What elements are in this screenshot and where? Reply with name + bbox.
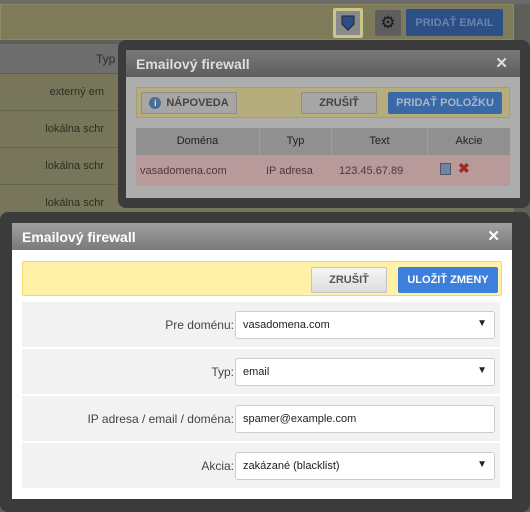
- type-label: Typ:: [211, 365, 234, 379]
- delete-icon[interactable]: ✖: [458, 160, 470, 177]
- form-row-type: Typ: email ▼: [22, 349, 500, 395]
- cell-type: IP adresa: [266, 165, 313, 177]
- table-row: vasadomena.com IP adresa 123.45.67.89 ✖: [136, 155, 510, 186]
- chevron-down-icon: ▼: [477, 365, 487, 376]
- firewall-button[interactable]: [333, 8, 363, 38]
- dialog-title: Emailový firewall ✕: [126, 50, 520, 77]
- list-table-header: Doména Typ Text Akcie: [136, 128, 510, 155]
- value-label: IP adresa / email / doména:: [87, 412, 234, 426]
- form-row-domain: Pre doménu: vasadomena.com ▼: [22, 302, 500, 348]
- chevron-down-icon: ▼: [477, 459, 487, 470]
- save-button[interactable]: ULOŽIŤ ZMENY: [398, 267, 498, 293]
- edit-icon[interactable]: [440, 163, 451, 175]
- info-icon: i: [149, 97, 162, 109]
- dialog-title: Emailový firewall ✕: [12, 223, 512, 250]
- add-item-button[interactable]: PRIDAŤ POLOŽKU: [388, 92, 502, 114]
- action-select[interactable]: zakázané (blacklist) ▼: [235, 452, 495, 480]
- action-label: Akcia:: [201, 459, 234, 473]
- close-icon[interactable]: ✕: [487, 227, 500, 245]
- column-domena: Doména: [136, 128, 260, 155]
- cancel-button[interactable]: ZRUŠIŤ: [311, 267, 387, 293]
- value-input[interactable]: spamer@example.com: [235, 405, 495, 433]
- form-row-action: Akcia: zakázané (blacklist) ▼: [22, 443, 500, 489]
- form-row-value: IP adresa / email / doména: spamer@examp…: [22, 396, 500, 442]
- chevron-down-icon: ▼: [477, 318, 487, 329]
- dialog-toolbar: ZRUŠIŤ ULOŽIŤ ZMENY: [22, 261, 502, 296]
- column-typ: Typ: [96, 52, 116, 66]
- shield-icon: [341, 15, 355, 31]
- firewall-edit-dialog: Emailový firewall ✕ ZRUŠIŤ ULOŽIŤ ZMENY P…: [0, 212, 530, 512]
- add-email-button[interactable]: PRIDAŤ EMAIL: [406, 9, 503, 36]
- column-akcie: Akcie: [455, 135, 483, 147]
- column-typ: Typ: [260, 128, 332, 155]
- cell-domain: vasadomena.com: [140, 165, 227, 177]
- column-text: Text: [332, 128, 428, 155]
- dialog-toolbar: i NÁPOVEDA ZRUŠIŤ PRIDAŤ POLOŽKU: [136, 87, 510, 118]
- cell-text: 123.45.67.89: [339, 165, 404, 177]
- domain-select[interactable]: vasadomena.com ▼: [235, 311, 495, 339]
- help-button[interactable]: i NÁPOVEDA: [141, 92, 237, 114]
- gear-icon: ⚙: [380, 13, 396, 32]
- type-select[interactable]: email ▼: [235, 358, 495, 386]
- firewall-list-dialog: Emailový firewall ✕ i NÁPOVEDA ZRUŠIŤ PRID…: [118, 40, 530, 208]
- close-icon[interactable]: ✕: [495, 54, 508, 72]
- domain-label: Pre doménu:: [165, 318, 234, 332]
- settings-button[interactable]: ⚙: [375, 10, 401, 36]
- cancel-button[interactable]: ZRUŠIŤ: [301, 92, 377, 114]
